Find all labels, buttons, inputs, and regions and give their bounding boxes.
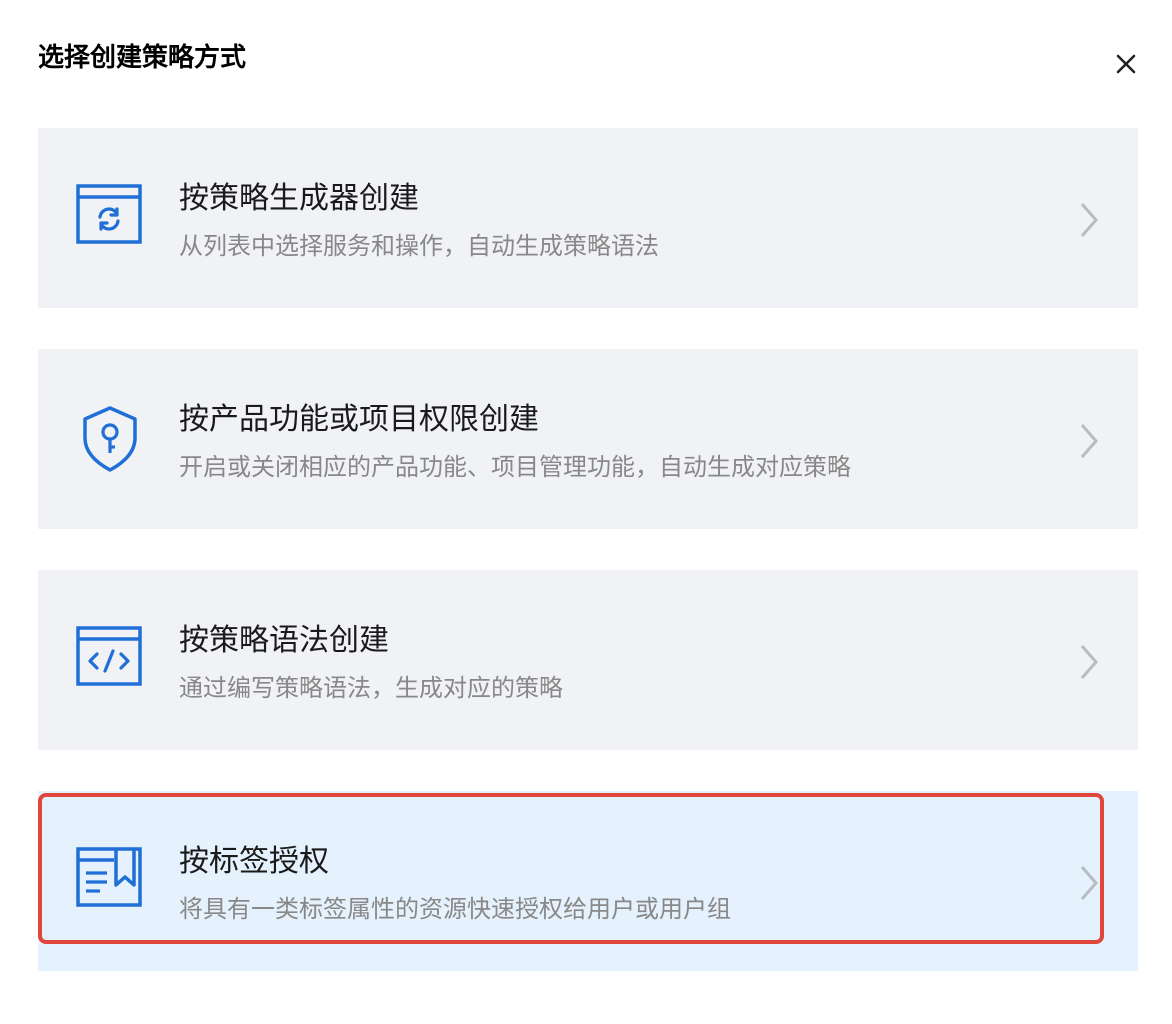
shield-key-icon <box>83 406 137 472</box>
code-window-icon <box>76 626 142 686</box>
option-description: 开启或关闭相应的产品功能、项目管理功能，自动生成对应策略 <box>179 453 851 481</box>
option-product-permission[interactable]: 按产品功能或项目权限创建 开启或关闭相应的产品功能、项目管理功能，自动生成对应策… <box>38 349 1138 529</box>
chevron-right-icon <box>1080 866 1098 900</box>
tag-document-icon <box>76 847 142 907</box>
chevron-right-icon <box>1080 203 1098 237</box>
option-description: 将具有一类标签属性的资源快速授权给用户或用户组 <box>179 895 731 923</box>
option-policy-syntax[interactable]: 按策略语法创建 通过编写策略语法，生成对应的策略 <box>38 570 1138 750</box>
create-policy-dialog: 选择创建策略方式 按策略生成器创建 从列表中选择服务和操作，自动生成策略语法 按 <box>0 0 1172 1024</box>
option-description: 通过编写策略语法，生成对应的策略 <box>179 674 563 702</box>
refresh-window-icon <box>76 184 142 244</box>
chevron-right-icon <box>1080 424 1098 458</box>
option-title: 按策略生成器创建 <box>179 181 419 216</box>
option-title: 按产品功能或项目权限创建 <box>179 402 539 437</box>
option-policy-generator[interactable]: 按策略生成器创建 从列表中选择服务和操作，自动生成策略语法 <box>38 128 1138 308</box>
dialog-title: 选择创建策略方式 <box>38 43 247 73</box>
option-title: 按策略语法创建 <box>179 623 389 658</box>
chevron-right-icon <box>1080 645 1098 679</box>
close-icon <box>1116 54 1136 74</box>
option-tag-authorization[interactable]: 按标签授权 将具有一类标签属性的资源快速授权给用户或用户组 <box>38 791 1138 971</box>
option-title: 按标签授权 <box>179 844 329 879</box>
close-button[interactable] <box>1108 46 1144 82</box>
option-description: 从列表中选择服务和操作，自动生成策略语法 <box>179 232 659 260</box>
